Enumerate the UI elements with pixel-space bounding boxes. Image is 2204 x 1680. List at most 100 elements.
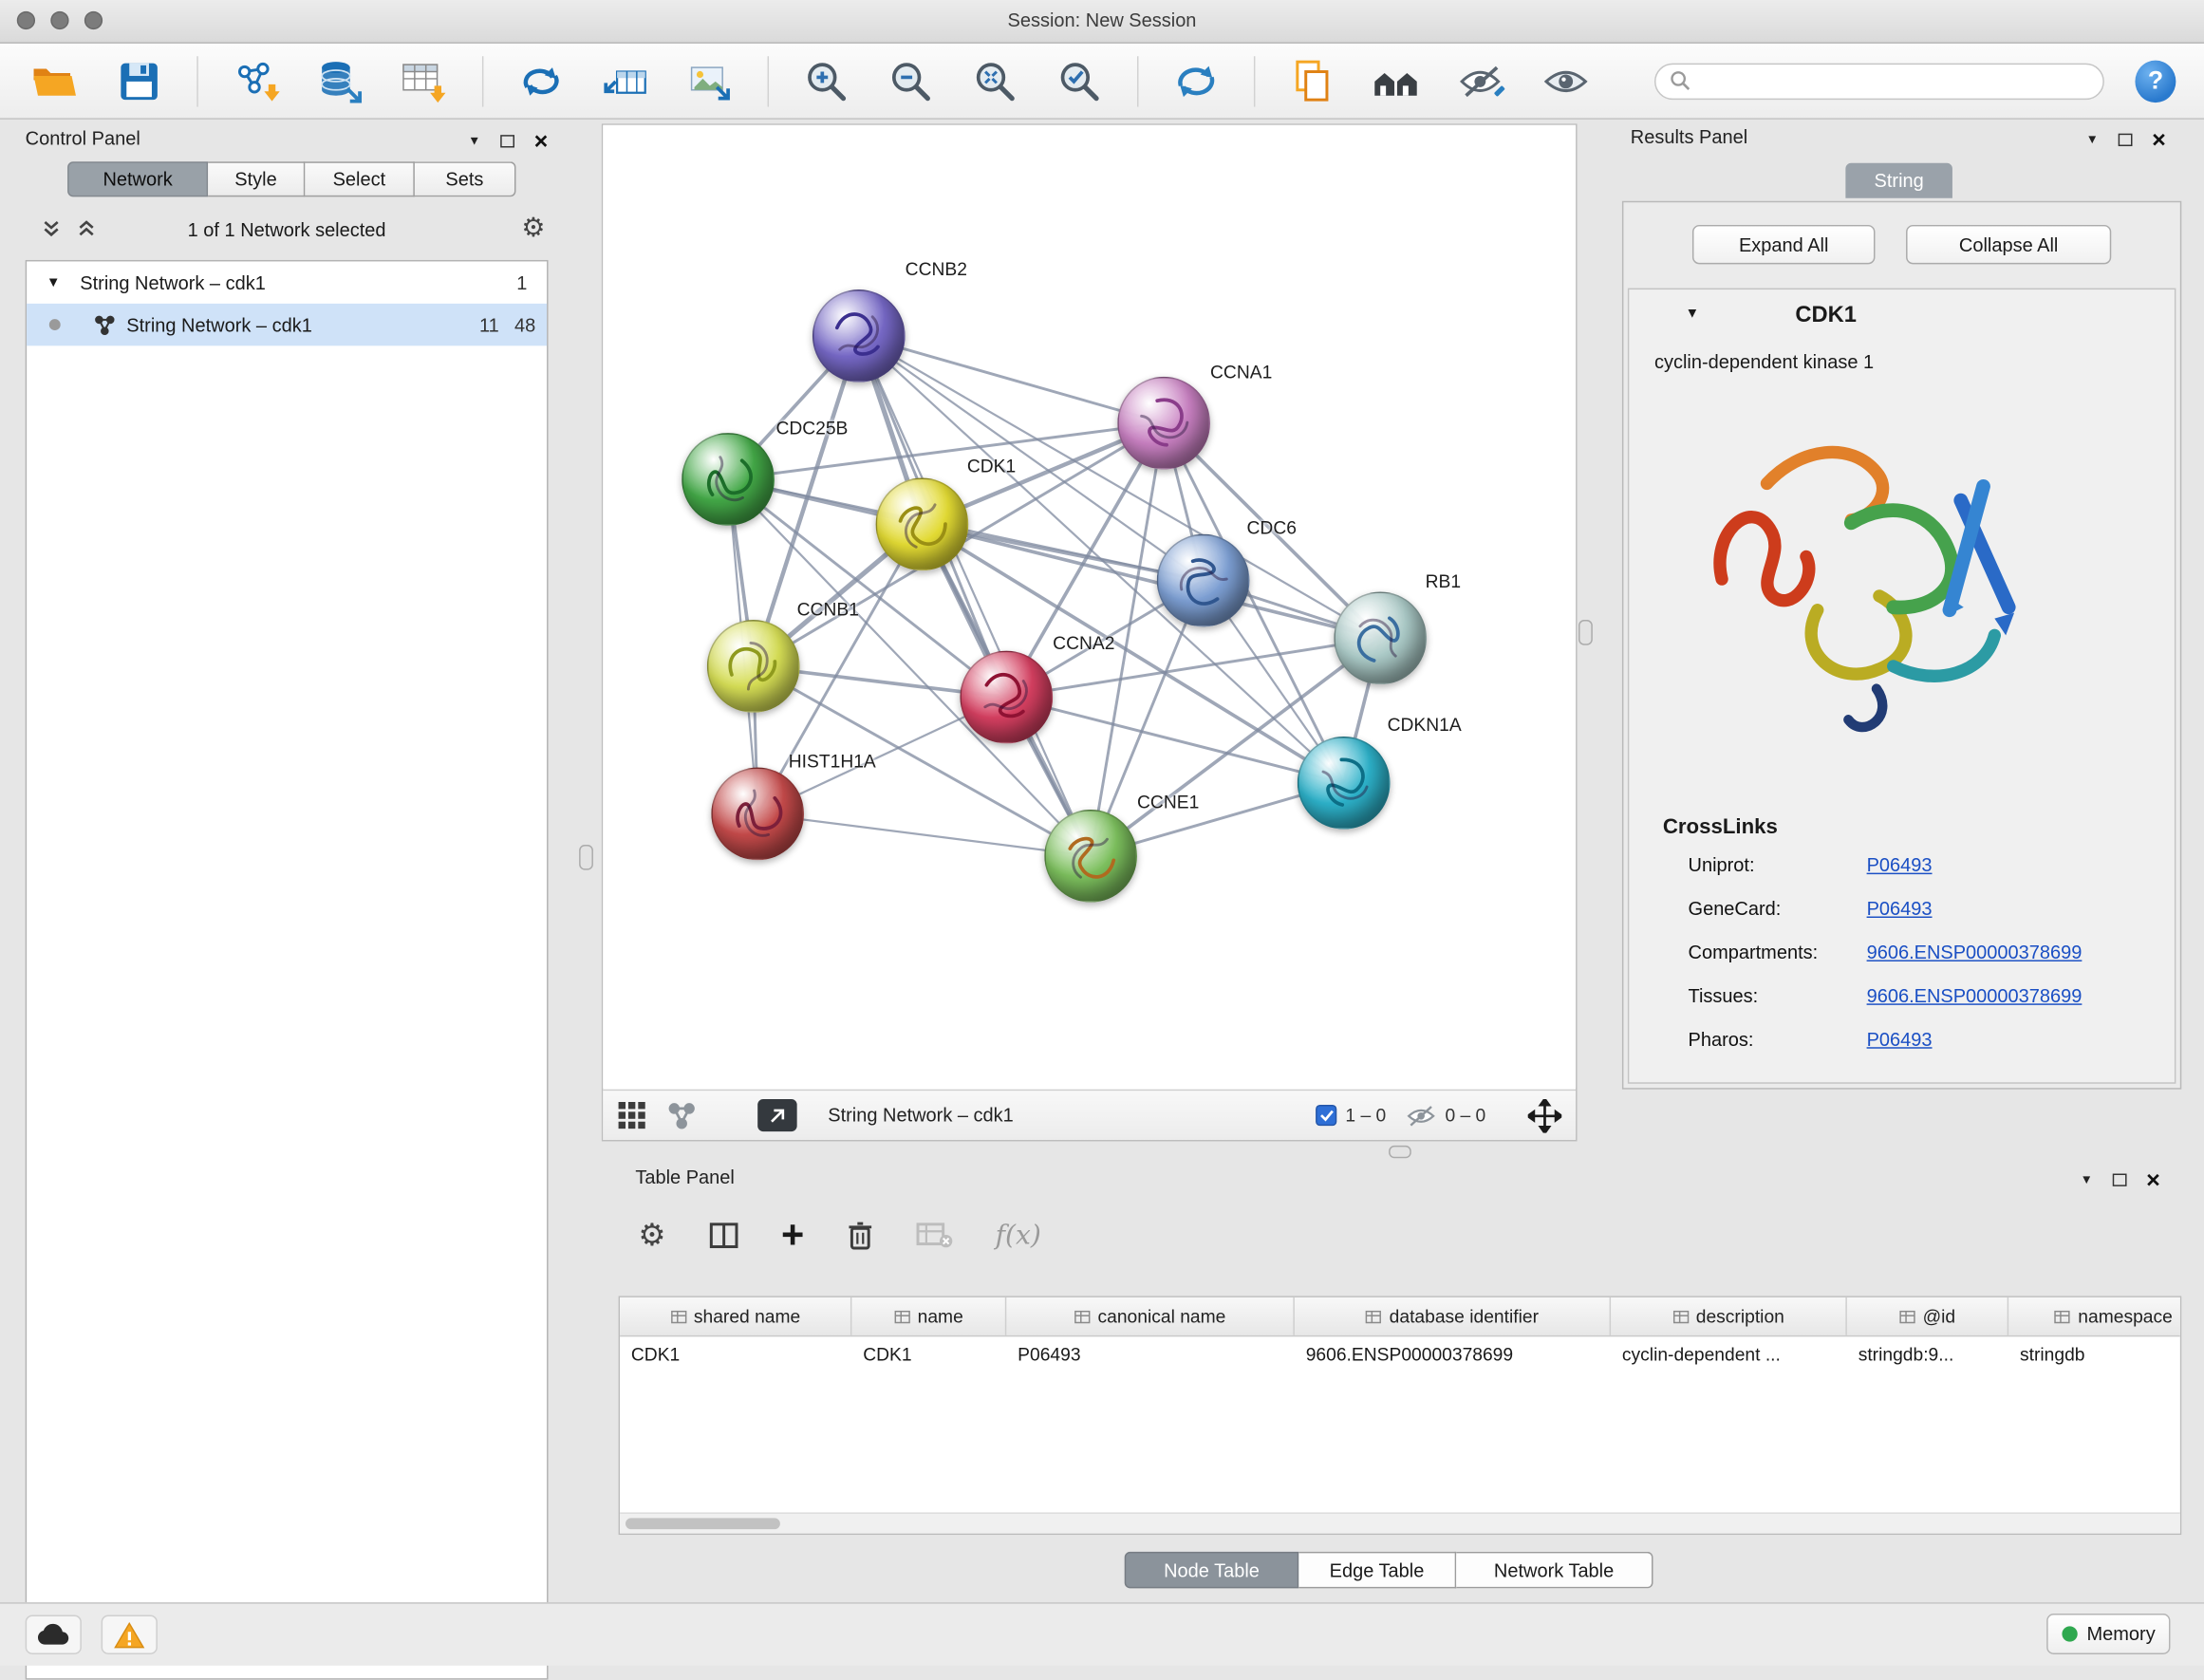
expand-all-button[interactable]: Expand All: [1692, 225, 1876, 264]
pan-crosshair-icon[interactable]: [1528, 1098, 1562, 1132]
network-edge[interactable]: [757, 813, 1091, 855]
birdseye-view-icon[interactable]: [1371, 54, 1424, 107]
section-collapse-icon[interactable]: ▼: [1686, 307, 1700, 322]
node-table: shared name name canonical name database…: [619, 1296, 2182, 1535]
network-node-ccnb2[interactable]: [812, 289, 906, 383]
table-panel: Table Panel ▼ × ⚙ + f(x) shared name nam…: [602, 1161, 2187, 1588]
tab-sets[interactable]: Sets: [415, 161, 516, 196]
grid-view-icon[interactable]: [617, 1100, 648, 1131]
save-session-icon[interactable]: [112, 54, 165, 107]
new-table-from-network-icon[interactable]: [599, 54, 652, 107]
column-header[interactable]: description: [1611, 1297, 1847, 1335]
zoom-in-icon[interactable]: [799, 54, 852, 107]
column-header[interactable]: name: [851, 1297, 1006, 1335]
float-panel-icon[interactable]: [500, 135, 514, 147]
network-node-ccna1[interactable]: [1117, 377, 1210, 470]
selected-nodes-checkbox[interactable]: [1316, 1105, 1336, 1126]
show-eye-icon[interactable]: [1539, 54, 1592, 107]
hide-edges-icon[interactable]: [1454, 54, 1507, 107]
tab-style[interactable]: Style: [208, 161, 305, 196]
float-panel-icon[interactable]: [2113, 1174, 2127, 1186]
network-node-cdk1[interactable]: [876, 477, 969, 570]
help-button[interactable]: ?: [2136, 60, 2176, 102]
collapse-all-button[interactable]: Collapse All: [1906, 225, 2111, 264]
application-window: Session: New Session: [0, 0, 2204, 1664]
zoom-out-icon[interactable]: [884, 54, 937, 107]
panel-menu-icon[interactable]: ▼: [2086, 134, 2099, 146]
close-panel-icon[interactable]: ×: [534, 129, 549, 153]
cloud-icon: [37, 1623, 71, 1646]
panel-menu-icon[interactable]: ▼: [2081, 1174, 2093, 1186]
open-in-new-window-button[interactable]: [757, 1099, 796, 1131]
copy-document-icon[interactable]: [1286, 54, 1339, 107]
network-share-view-icon[interactable]: [667, 1101, 696, 1129]
import-network-database-icon[interactable]: [313, 54, 366, 107]
crosslink-link[interactable]: P06493: [1867, 854, 1933, 875]
scrollbar-thumb[interactable]: [626, 1518, 780, 1529]
network-node-ccnb1[interactable]: [707, 620, 800, 713]
cloud-status-button[interactable]: [26, 1615, 82, 1654]
network-node-rb1[interactable]: [1334, 591, 1427, 684]
column-header[interactable]: shared name: [620, 1297, 851, 1335]
column-header[interactable]: canonical name: [1006, 1297, 1295, 1335]
function-builder-icon[interactable]: f(x): [996, 1220, 1041, 1251]
network-node-cdkn1a[interactable]: [1298, 737, 1391, 830]
network-node-cdc6[interactable]: [1157, 534, 1250, 627]
search-input[interactable]: [1699, 69, 2089, 93]
network-node-ccne1[interactable]: [1044, 810, 1137, 903]
zoom-fit-icon[interactable]: [968, 54, 1021, 107]
collection-count: 1: [516, 272, 527, 293]
column-header[interactable]: @id: [1847, 1297, 2008, 1335]
network-canvas[interactable]: CCNB2CCNA1CDC25BCDK1CDC6RB1CCNB1CCNA2CDK…: [603, 125, 1576, 1088]
tab-edge-table[interactable]: Edge Table: [1298, 1552, 1456, 1589]
close-panel-icon[interactable]: ×: [2146, 1168, 2160, 1192]
panel-menu-icon[interactable]: ▼: [468, 135, 480, 147]
right-splitter-handle[interactable]: [1578, 620, 1593, 645]
network-row[interactable]: String Network – cdk1 11 48: [27, 304, 547, 345]
tree-expand-icon[interactable]: ▼: [47, 275, 61, 290]
warnings-button[interactable]: [102, 1615, 158, 1654]
network-node-ccna2[interactable]: [960, 651, 1053, 744]
import-table-icon[interactable]: [398, 54, 451, 107]
clone-network-icon[interactable]: [514, 54, 568, 107]
open-session-icon[interactable]: [28, 54, 82, 107]
network-node-hist1h1a[interactable]: [711, 768, 804, 861]
close-panel-icon[interactable]: ×: [2152, 128, 2166, 152]
table-row[interactable]: CDK1 CDK1 P06493 9606.ENSP00000378699 cy…: [620, 1336, 2180, 1374]
tab-network[interactable]: Network: [67, 161, 208, 196]
import-network-file-icon[interactable]: [229, 54, 282, 107]
delete-column-icon[interactable]: [847, 1220, 875, 1251]
tab-node-table[interactable]: Node Table: [1125, 1552, 1299, 1589]
network-node-cdc25b[interactable]: [682, 433, 775, 526]
crosslink-link[interactable]: 9606.ENSP00000378699: [1867, 942, 2083, 962]
toolbar-separator: [767, 55, 768, 105]
network-options-gear-icon[interactable]: ⚙: [521, 215, 545, 242]
table-options-gear-icon[interactable]: ⚙: [638, 1220, 665, 1251]
zoom-selected-icon[interactable]: [1053, 54, 1106, 107]
column-header[interactable]: namespace: [2008, 1297, 2181, 1335]
show-columns-icon[interactable]: [708, 1220, 739, 1251]
crosslink-link[interactable]: P06493: [1867, 898, 1933, 919]
float-panel-icon[interactable]: [2119, 134, 2133, 146]
tab-network-table[interactable]: Network Table: [1456, 1552, 1653, 1589]
tab-string[interactable]: String: [1845, 163, 1952, 198]
search-box: [1654, 63, 2104, 100]
table-cell: cyclin-dependent ...: [1611, 1336, 1847, 1374]
column-header[interactable]: database identifier: [1295, 1297, 1611, 1335]
network-collection-row[interactable]: ▼ String Network – cdk1 1: [27, 261, 547, 303]
column-header-icon: [1898, 1308, 1915, 1325]
crosslink-link[interactable]: P06493: [1867, 1029, 1933, 1050]
refresh-layout-icon[interactable]: [1169, 54, 1223, 107]
table-cell: CDK1: [620, 1336, 851, 1374]
network-edge[interactable]: [859, 336, 1091, 856]
crosslink-link[interactable]: 9606.ENSP00000378699: [1867, 985, 2083, 1006]
hidden-items-icon[interactable]: [1406, 1103, 1437, 1129]
bottom-splitter-handle[interactable]: [1389, 1146, 1411, 1158]
export-image-icon[interactable]: [683, 54, 737, 107]
horizontal-scrollbar[interactable]: [620, 1512, 2180, 1533]
memory-button[interactable]: Memory: [2046, 1614, 2170, 1654]
tab-select[interactable]: Select: [305, 161, 415, 196]
left-splitter-handle[interactable]: [579, 845, 593, 870]
add-column-icon[interactable]: +: [781, 1216, 804, 1255]
network-edge[interactable]: [922, 524, 1380, 638]
